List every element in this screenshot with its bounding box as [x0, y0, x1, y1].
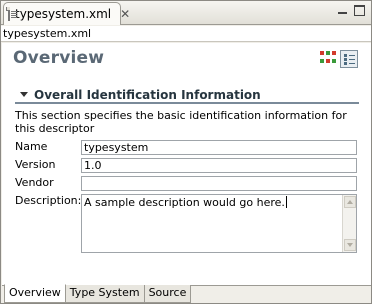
form-body: Overview Overall Identification Informat… — [2, 43, 371, 285]
vertical-scrollbar[interactable] — [342, 195, 356, 252]
bottom-tabs: Overview Type System Source — [4, 284, 192, 303]
vendor-row: Vendor — [15, 175, 77, 191]
identification-section: Overall Identification Information This … — [15, 87, 359, 253]
description-textarea[interactable]: A sample description would go here. — [81, 194, 357, 253]
list-layout-icon[interactable] — [340, 50, 358, 68]
vendor-label: Vendor — [15, 176, 54, 189]
name-field[interactable]: typesystem — [81, 140, 357, 155]
breadcrumb: typesystem.xml — [1, 26, 371, 42]
section-header[interactable]: Overall Identification Information — [15, 87, 359, 104]
identification-form: Name typesystem Version 1.0 Vendor Descr… — [15, 139, 359, 269]
name-row: Name — [15, 139, 77, 155]
scroll-up-icon[interactable] — [344, 196, 356, 208]
tab-overview[interactable]: Overview — [4, 284, 66, 303]
editor-window: typesystem.xml ✕ typesystem.xml Overview… — [0, 0, 372, 304]
grid-layout-icon[interactable] — [318, 50, 336, 66]
page-title: Overview — [13, 48, 105, 68]
version-row: Version — [15, 157, 77, 173]
editor-tab-label: typesystem.xml — [15, 7, 112, 21]
editor-tab[interactable]: typesystem.xml ✕ — [3, 2, 130, 25]
close-icon[interactable]: ✕ — [120, 8, 130, 20]
scroll-down-icon[interactable] — [344, 239, 356, 251]
section-description: This section specifies the basic identif… — [15, 109, 347, 135]
name-label: Name — [15, 140, 48, 153]
description-label: Description: — [15, 194, 82, 207]
editor-tabstrip: typesystem.xml ✕ — [1, 1, 371, 25]
tab-type-system[interactable]: Type System — [64, 285, 145, 303]
twisty-expanded-icon[interactable] — [20, 92, 28, 97]
window-controls — [337, 5, 365, 16]
description-text: A sample description would go here. — [84, 196, 285, 209]
section-title: Overall Identification Information — [34, 87, 261, 102]
minimize-icon[interactable] — [337, 5, 348, 16]
xml-file-icon — [6, 7, 17, 21]
description-row: Description: — [15, 193, 82, 209]
tab-source[interactable]: Source — [143, 285, 192, 303]
vendor-field[interactable] — [81, 176, 357, 191]
maximize-icon[interactable] — [354, 5, 365, 16]
header-toolbar — [318, 50, 358, 68]
version-field[interactable]: 1.0 — [81, 158, 357, 173]
version-label: Version — [15, 158, 56, 171]
